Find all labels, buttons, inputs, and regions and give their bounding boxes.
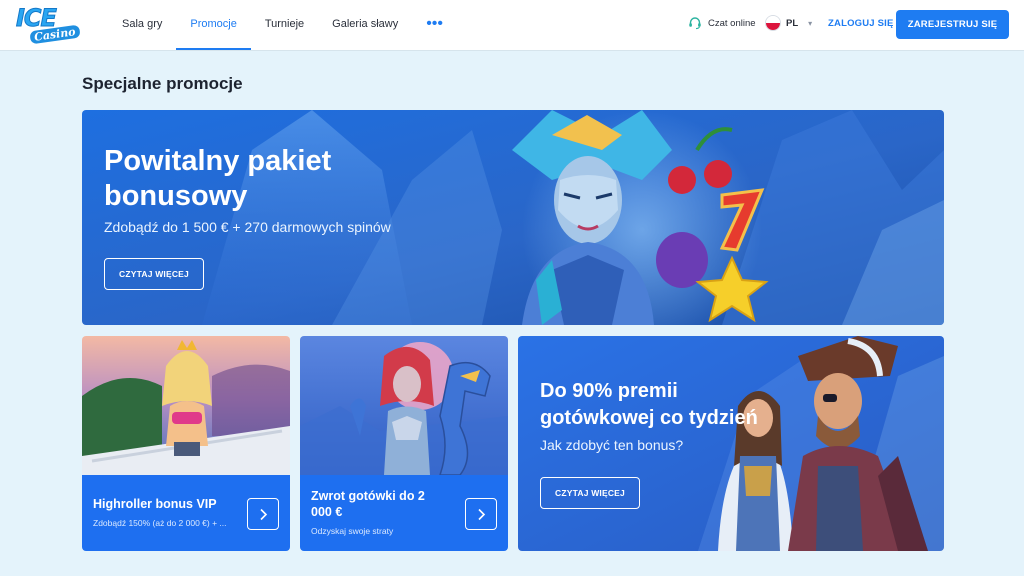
weekly-bonus-subtitle[interactable]: Jak zdobyć ten bonus? [540,437,683,453]
chat-online-label: Czat online [708,17,756,29]
register-button[interactable]: ZAREJESTRUJ SIĘ [896,10,1009,39]
weekly-bonus-title: Do 90% premii gotówkowej co tydzień [540,380,758,429]
ice-casino-logo[interactable]: ICE Casino [16,4,81,45]
vip-card-title: Highroller bonus VIP [93,497,217,511]
vip-card-arrow-button[interactable] [247,498,279,530]
cashback-card-subtitle: Odzyskaj swoje straty [311,526,394,536]
vip-card-subtitle: Zdobądź 150% (aż do 2 000 €) + ... [93,518,227,528]
nav-item-sala-gry[interactable]: Sala gry [108,0,176,50]
chat-headset-icon [689,17,701,30]
welcome-bonus-banner[interactable]: Powitalny pakiet bonusowy Zdobądź do 1 5… [82,110,944,325]
weekly-cash-bonus-banner[interactable]: Do 90% premii gotówkowej co tydzień Jak … [518,336,944,551]
cashback-card-title: Zwrot gotówki do 2 000 € [311,489,425,519]
chevron-down-icon: ▾ [808,18,813,28]
chevron-right-icon [478,508,486,521]
vip-bonus-illustration [82,336,290,475]
chevron-right-icon [260,508,268,521]
hero-subtitle: Zdobądź do 1 500 € + 270 darmowych spinó… [104,219,391,235]
page-title: Specjalne promocje [82,74,243,93]
chat-online-button[interactable]: Czat online [688,16,756,30]
vip-bonus-card[interactable]: Highroller bonus VIP Zdobądź 150% (aż do… [82,336,290,551]
main-nav: Sala gry Promocje Turnieje Galeria sławy… [108,0,457,50]
cashback-card[interactable]: Zwrot gotówki do 2 000 € Odzyskaj swoje … [300,336,508,551]
cashback-card-footer: Zwrot gotówki do 2 000 € Odzyskaj swoje … [300,475,508,551]
nav-item-promocje[interactable]: Promocje [176,0,252,50]
more-dots-icon[interactable]: ••• [412,0,457,50]
poland-flag-icon [766,16,780,30]
hero-read-more-button[interactable]: CZYTAJ WIĘCEJ [104,258,204,290]
language-code: PL [786,17,799,29]
language-selector[interactable]: PL ▾ [766,16,812,30]
welcome-bonus-illustration [82,110,944,325]
top-header: ICE Casino Sala gry Promocje Turnieje Ga… [0,0,1024,50]
cashback-card-arrow-button[interactable] [465,498,497,530]
nav-item-turnieje[interactable]: Turnieje [251,0,318,50]
hero-title: Powitalny pakiet bonusowy [104,145,332,212]
weekly-read-more-button[interactable]: CZYTAJ WIĘCEJ [540,477,640,509]
login-link[interactable]: ZALOGUJ SIĘ [828,18,894,29]
cashback-illustration [300,336,508,475]
vip-card-footer: Highroller bonus VIP Zdobądź 150% (aż do… [82,475,290,551]
nav-item-galeria-slawy[interactable]: Galeria sławy [318,0,412,50]
